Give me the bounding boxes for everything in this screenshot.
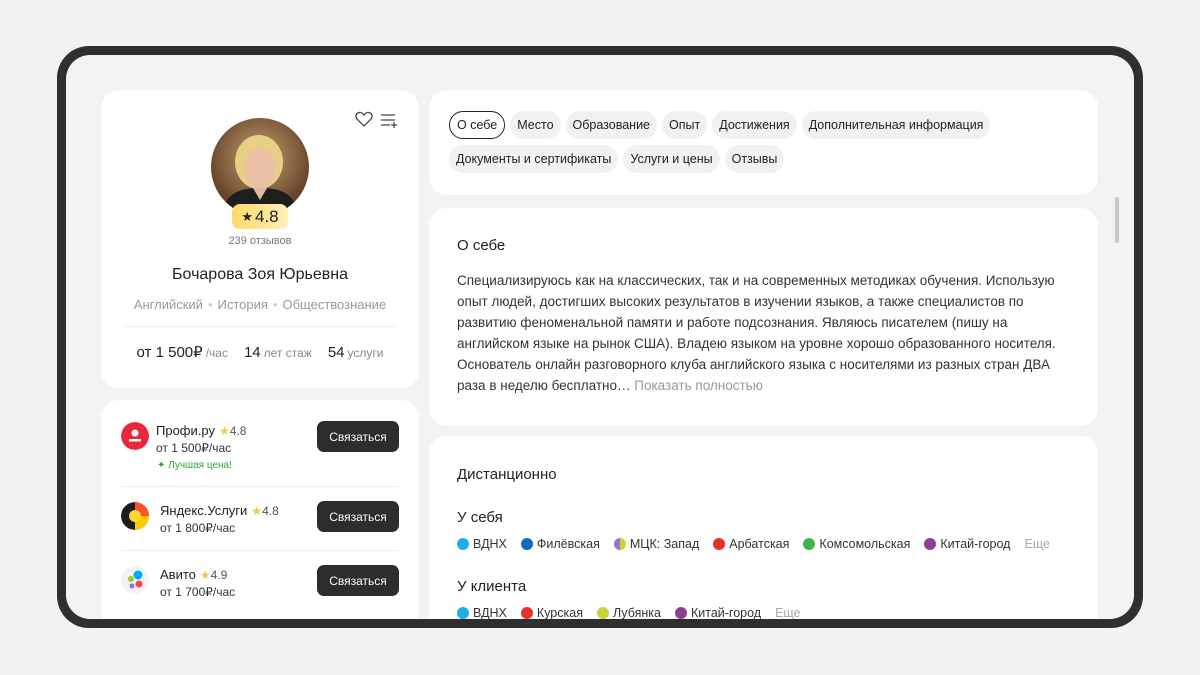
reviews-count[interactable]: 239 отзывов xyxy=(101,235,419,247)
metro-line-icon xyxy=(596,607,609,619)
metro-line-icon xyxy=(713,538,726,550)
offer-profi: Профи.ру ★4.8 от 1 500₽/час ✦ Лучшая цена… xyxy=(121,421,399,477)
metro-line-icon xyxy=(457,538,469,550)
star-icon: ★ xyxy=(241,208,253,224)
metro-line-icon xyxy=(520,538,533,550)
offer-name: Профи.ру xyxy=(156,423,215,438)
device-frame: ★ 4.8 239 отзывов Бочарова Зоя Юрьевна А… xyxy=(57,46,1143,628)
tab-achievements[interactable]: Достижения xyxy=(712,111,797,139)
star-icon: ★ xyxy=(218,424,230,438)
offers-card: Профи.ру ★4.8 от 1 500₽/час ✦ Лучшая цена… xyxy=(101,400,419,619)
metro-station: Курская xyxy=(520,606,583,619)
about-text: Специализируюсь как на классических, так… xyxy=(457,270,1077,396)
tab-experience[interactable]: Опыт xyxy=(662,111,708,139)
more-stations-link[interactable]: Еще xyxy=(775,606,800,619)
tab-services-prices[interactable]: Услуги и цены xyxy=(623,145,720,173)
contact-button[interactable]: Связаться xyxy=(317,421,399,452)
avito-logo-icon xyxy=(121,566,149,594)
metro-line-icon xyxy=(803,538,816,550)
at-client-title: У клиента xyxy=(457,578,527,595)
section-tabs: О себе Место Образование Опыт Достижения… xyxy=(449,111,1078,173)
services-stat: 54 услуги xyxy=(327,344,384,361)
price-stat: от 1 500₽/час xyxy=(136,344,228,361)
offer-yandex: Яндекс.Услуги ★4.8 от 1 800₽/час Связатьс… xyxy=(121,500,399,540)
metro-station: Комсомольская xyxy=(803,537,910,551)
separator-dot: • xyxy=(272,297,278,312)
star-icon: ★ xyxy=(199,568,211,582)
star-icon: ★ xyxy=(251,504,263,518)
about-card: О себе Специализируюсь как на классическ… xyxy=(429,208,1098,426)
metro-line-icon xyxy=(924,538,937,550)
subject: Английский xyxy=(133,297,203,312)
tab-about[interactable]: О себе xyxy=(449,111,506,139)
more-stations-link[interactable]: Еще xyxy=(1024,537,1049,551)
tabs-card: О себе Место Образование Опыт Достижения… xyxy=(429,90,1098,195)
metro-station: Арбатская xyxy=(713,537,789,551)
separator-dot: • xyxy=(207,297,213,312)
show-more-link[interactable]: Показать полностью xyxy=(634,378,763,393)
divider xyxy=(121,550,399,551)
offer-avito: Авито ★4.9 от 1 700₽/час Связаться xyxy=(121,564,399,604)
profi-logo-icon xyxy=(121,422,149,450)
best-price-badge: Лучшая цена! xyxy=(168,460,232,471)
tab-reviews[interactable]: Отзывы xyxy=(724,145,785,173)
metro-station: ВДНХ xyxy=(457,606,507,619)
divider xyxy=(125,326,395,327)
at-home-stations: ВДНХ Филёвская МЦК: Запад Арбатская Комс… xyxy=(457,537,1050,551)
rating-badge: ★ 4.8 xyxy=(232,204,288,229)
stats-row: от 1 500₽/час 14 лет стаж 54 услуги xyxy=(101,343,419,362)
metro-station: Филёвская xyxy=(520,537,600,551)
offer-rating: 4.8 xyxy=(262,504,279,518)
yandex-services-logo-icon xyxy=(121,502,149,530)
offer-name: Авито xyxy=(160,567,196,582)
metro-line-icon xyxy=(674,607,687,619)
metro-station: Китай-город xyxy=(674,606,761,619)
add-to-list-icon[interactable] xyxy=(380,112,398,128)
tab-education[interactable]: Образование xyxy=(565,111,658,139)
metro-line-icon xyxy=(457,607,469,619)
subject: История xyxy=(217,297,268,312)
profile-card: ★ 4.8 239 отзывов Бочарова Зоя Юрьевна А… xyxy=(101,90,419,388)
divider xyxy=(121,486,399,487)
tab-documents[interactable]: Документы и сертификаты xyxy=(449,145,619,173)
section-title: О себе xyxy=(457,237,506,254)
tab-additional-info[interactable]: Дополнительная информация xyxy=(801,111,991,139)
metro-station: МЦК: Запад xyxy=(613,537,699,551)
offer-price: от 1 800₽/час xyxy=(160,521,236,535)
metro-station: Лубянка xyxy=(596,606,661,619)
subjects: Английский • История • Обществознание xyxy=(101,297,419,312)
offer-price: от 1 500₽/час xyxy=(156,441,232,455)
rating-value: 4.8 xyxy=(255,206,279,226)
metro-line-icon xyxy=(520,607,533,619)
about-body: Специализируюсь как на классических, так… xyxy=(457,273,1056,393)
subject: Обществознание xyxy=(282,297,387,312)
offer-rating: 4.9 xyxy=(210,568,228,582)
offer-price: от 1 700₽/час xyxy=(160,585,236,599)
sparkle-icon: ✦ xyxy=(157,460,166,471)
metro-station: ВДНХ xyxy=(457,537,507,551)
offer-name: Яндекс.Услуги xyxy=(160,503,248,518)
metro-line-icon xyxy=(613,538,626,550)
tutor-name: Бочарова Зоя Юрьевна xyxy=(172,266,348,283)
screen: ★ 4.8 239 отзывов Бочарова Зоя Юрьевна А… xyxy=(66,55,1134,619)
contact-button[interactable]: Связаться xyxy=(317,565,399,596)
at-client-stations: ВДНХ Курская Лубянка Китай-город Еще xyxy=(457,606,801,619)
contact-button[interactable]: Связаться xyxy=(317,501,399,532)
remote-title: Дистанционно xyxy=(457,466,557,483)
location-card: Дистанционно У себя ВДНХ Филёвская МЦК: … xyxy=(429,436,1098,619)
scrollbar[interactable] xyxy=(1115,197,1119,243)
avatar xyxy=(211,118,309,216)
tab-location[interactable]: Место xyxy=(510,111,561,139)
offer-rating: 4.8 xyxy=(229,424,247,438)
at-home-title: У себя xyxy=(457,509,503,526)
experience-stat: 14 лет стаж xyxy=(243,344,312,361)
metro-station: Китай-город xyxy=(924,537,1010,551)
heart-icon[interactable] xyxy=(355,111,373,127)
